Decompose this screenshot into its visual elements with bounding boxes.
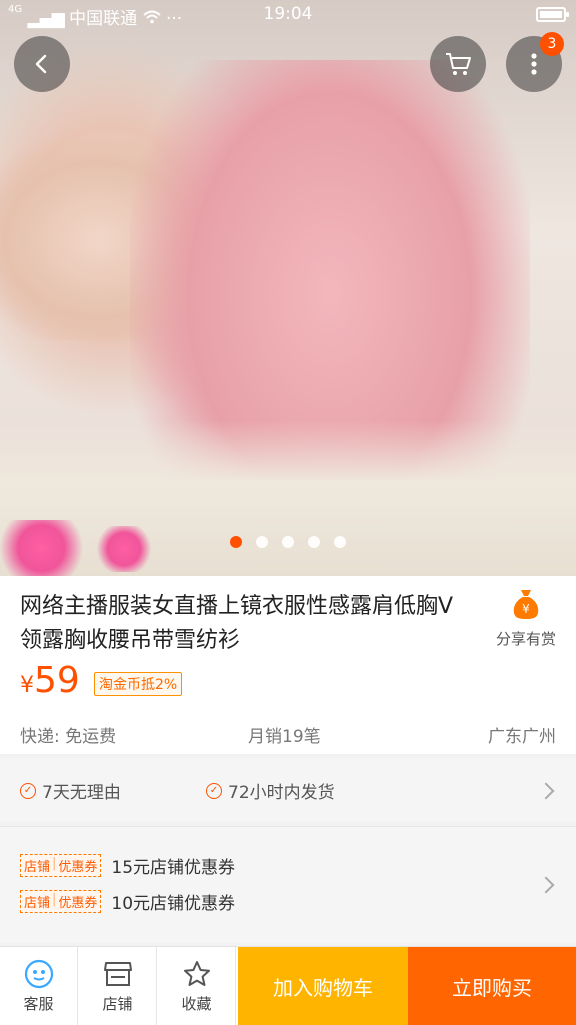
more-vertical-icon bbox=[531, 53, 537, 75]
battery-icon bbox=[536, 7, 569, 22]
carousel-dot[interactable] bbox=[308, 536, 320, 548]
chevron-right-icon bbox=[537, 876, 555, 894]
carousel-dot[interactable] bbox=[334, 536, 346, 548]
coupon-row: 店铺 | 优惠券 10元店铺优惠券 bbox=[20, 889, 235, 914]
shop-coupons[interactable]: 店铺 | 优惠券 15元店铺优惠券 店铺 | 优惠券 10元店铺优惠券 bbox=[0, 826, 576, 943]
chat-face-icon bbox=[24, 959, 54, 989]
money-bag-icon: ¥ bbox=[513, 590, 539, 619]
coupon-tag-shop: 店铺 bbox=[24, 860, 51, 875]
tab-label: 店铺 bbox=[102, 994, 133, 1013]
more-button[interactable]: 3 bbox=[506, 32, 564, 92]
guarantee-item: ✓ 7天无理由 bbox=[20, 778, 121, 803]
coupon-tag-label: 优惠券 bbox=[58, 896, 98, 911]
svg-text:¥: ¥ bbox=[522, 602, 530, 616]
tab-label: 收藏 bbox=[181, 994, 212, 1013]
shop-icon bbox=[103, 959, 133, 989]
guarantee-label: 72小时内发货 bbox=[228, 783, 335, 803]
coupon-tag-label: 优惠券 bbox=[58, 860, 98, 875]
check-circle-icon: ✓ bbox=[20, 782, 36, 799]
guarantee-label: 7天无理由 bbox=[42, 783, 121, 803]
coupon-label: 10元店铺优惠券 bbox=[111, 894, 236, 914]
notification-badge: 3 bbox=[540, 32, 564, 56]
guarantee-item: ✓ 72小时内发货 bbox=[206, 778, 335, 803]
price-value: 59 bbox=[34, 660, 80, 701]
coupon-tag: 店铺 | 优惠券 bbox=[20, 890, 102, 913]
product-title: 网络主播服装女直播上镜衣服性感露肩低胸V领露胸收腰吊带雪纺衫 bbox=[20, 594, 454, 653]
carousel-dot[interactable] bbox=[230, 536, 242, 548]
coupon-label: 15元店铺优惠券 bbox=[111, 858, 236, 878]
status-bar: 4G ▂▄▆ 中国联通 ··· 19:04 bbox=[0, 0, 576, 30]
service-guarantees[interactable]: ✓ 7天无理由 ✓ 72小时内发货 bbox=[0, 758, 576, 822]
cart-button[interactable] bbox=[430, 36, 486, 92]
ship-location: 广东广州 bbox=[488, 727, 556, 747]
carousel-indicator bbox=[0, 536, 576, 552]
cart-icon bbox=[446, 53, 471, 75]
star-icon bbox=[182, 959, 212, 989]
buy-now-button[interactable]: 立即购买 bbox=[408, 947, 576, 1025]
back-button[interactable] bbox=[14, 36, 70, 92]
customer-service-button[interactable]: 客服 bbox=[0, 947, 78, 1025]
currency-symbol: ¥ bbox=[20, 673, 34, 698]
monthly-sales: 月销19笔 bbox=[248, 727, 321, 747]
shipping-info: 快递: 免运费 bbox=[20, 727, 117, 747]
bottom-action-bar: 客服 店铺 收藏 加入购物车 立即购买 bbox=[0, 946, 576, 1025]
product-info: 网络主播服装女直播上镜衣服性感露肩低胸V领露胸收腰吊带雪纺衫 ¥ 分享有赏 ¥5… bbox=[0, 576, 576, 754]
product-image[interactable] bbox=[0, 0, 576, 576]
check-circle-icon: ✓ bbox=[206, 782, 222, 799]
carousel-dot[interactable] bbox=[256, 536, 268, 548]
chevron-right-icon bbox=[537, 782, 555, 800]
coin-discount-tag: 淘金币抵2% bbox=[94, 672, 183, 696]
coupon-tag-shop: 店铺 bbox=[24, 896, 51, 911]
tab-label: 客服 bbox=[23, 994, 54, 1013]
favorite-button[interactable]: 收藏 bbox=[158, 947, 236, 1025]
coupon-tag: 店铺 | 优惠券 bbox=[20, 854, 102, 877]
coupon-row: 店铺 | 优惠券 15元店铺优惠券 bbox=[20, 853, 235, 878]
share-button[interactable]: ¥ 分享有赏 bbox=[486, 588, 566, 649]
carousel-dot[interactable] bbox=[282, 536, 294, 548]
shop-button[interactable]: 店铺 bbox=[79, 947, 157, 1025]
chevron-left-icon bbox=[35, 54, 47, 74]
share-label: 分享有赏 bbox=[495, 630, 556, 648]
product-price: ¥59 bbox=[20, 660, 80, 701]
status-time: 19:04 bbox=[263, 4, 313, 24]
add-to-cart-button[interactable]: 加入购物车 bbox=[238, 947, 408, 1025]
